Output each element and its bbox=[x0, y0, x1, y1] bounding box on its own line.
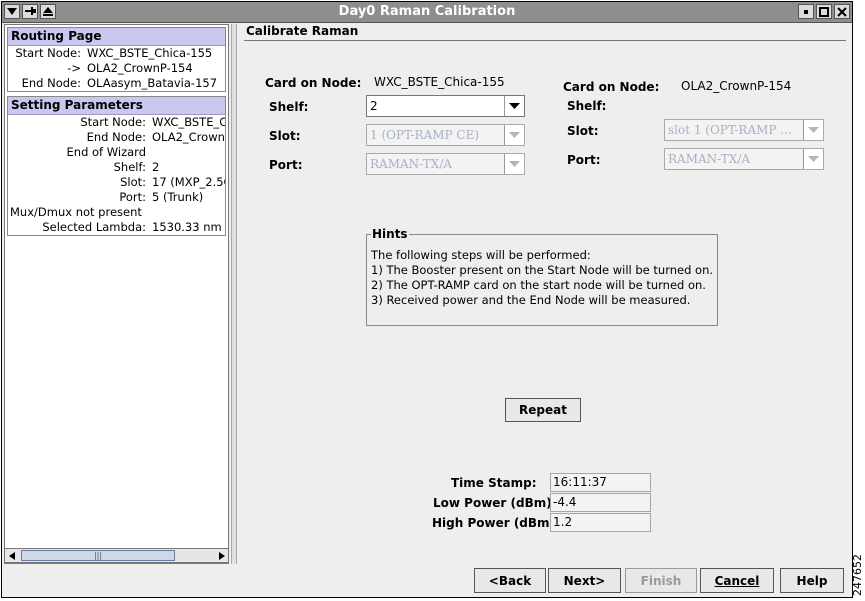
param-row: Start Node: WXC_BSTE_Chi bbox=[8, 115, 225, 130]
cancel-button[interactable]: Cancel bbox=[700, 568, 774, 593]
slot-dropdown-right[interactable]: slot 1 (OPT-RAMP ... bbox=[664, 119, 824, 141]
chevron-down-icon[interactable] bbox=[504, 96, 524, 116]
panel-title: Calibrate Raman bbox=[246, 24, 359, 38]
port-label: Port: bbox=[269, 158, 303, 172]
chevron-down-icon[interactable] bbox=[803, 120, 823, 140]
help-button[interactable]: Help bbox=[780, 568, 844, 593]
back-button[interactable]: <Back bbox=[474, 568, 546, 593]
maximize-icon[interactable] bbox=[816, 4, 832, 19]
param-label: End Node: bbox=[86, 130, 146, 144]
hint-line: 1) The Booster present on the Start Node… bbox=[371, 263, 714, 277]
hint-line: The following steps will be performed: bbox=[371, 248, 591, 262]
routing-header: Routing Page bbox=[8, 28, 225, 46]
card-on-node-label: Card on Node: bbox=[265, 76, 362, 90]
param-label: Selected Lambda: bbox=[42, 220, 146, 234]
param-value: 2 bbox=[152, 160, 160, 174]
end-node-name: OLA2_CrownP-154 bbox=[681, 79, 792, 93]
port-dropdown-right[interactable]: RAMAN-TX/A bbox=[664, 148, 824, 170]
low-power-field: -4.4 bbox=[550, 493, 651, 512]
param-value bbox=[148, 205, 225, 220]
param-row: Selected Lambda: 1530.33 nm bbox=[8, 220, 225, 235]
high-power-label: High Power (dBm): bbox=[432, 516, 560, 530]
params-section: Setting Parameters Start Node: WXC_BSTE_C… bbox=[7, 96, 226, 236]
left-horizontal-scrollbar[interactable]: ||| bbox=[4, 548, 229, 563]
scroll-right-icon[interactable] bbox=[215, 549, 228, 562]
hint-line: 2) The OPT-RAMP card on the start node w… bbox=[371, 278, 706, 292]
figure-number: 247652 bbox=[851, 554, 864, 596]
slot-value: 1 (OPT-RAMP CE) bbox=[370, 128, 480, 142]
slot-dropdown[interactable]: 1 (OPT-RAMP CE) bbox=[366, 124, 525, 146]
routing-arrow-row: -> OLA2_CrownP-154 bbox=[8, 61, 225, 76]
routing-end-label: End Node: bbox=[21, 76, 81, 90]
shelf-dropdown[interactable]: 2 bbox=[366, 95, 525, 117]
routing-arrow-value: OLA2_CrownP-154 bbox=[87, 61, 193, 75]
param-row: End Node: OLA2_CrownP bbox=[8, 130, 225, 145]
finish-button[interactable]: Finish bbox=[625, 568, 697, 593]
port-value: RAMAN-TX/A bbox=[370, 157, 453, 171]
param-label: Slot: bbox=[120, 175, 146, 189]
low-power-label: Low Power (dBm): bbox=[433, 496, 557, 510]
port-dropdown[interactable]: RAMAN-TX/A bbox=[366, 153, 525, 175]
param-label: End of Wizard bbox=[66, 145, 146, 159]
slot-label-right: Slot: bbox=[567, 124, 599, 138]
chevron-down-icon[interactable] bbox=[504, 154, 524, 174]
title-bar: Day0 Raman Calibration bbox=[2, 2, 852, 23]
routing-start-label: Start Node: bbox=[15, 46, 81, 60]
shelf-value: 2 bbox=[370, 99, 378, 113]
param-row: End of Wizard bbox=[8, 145, 225, 160]
card-on-node-label-right: Card on Node: bbox=[563, 80, 660, 94]
param-value: 17 (MXP_2.5G bbox=[152, 175, 225, 189]
timestamp-field: 16:11:37 bbox=[550, 473, 651, 492]
close-icon[interactable] bbox=[834, 4, 850, 19]
chevron-down-icon[interactable] bbox=[504, 125, 524, 145]
shelf-label: Shelf: bbox=[269, 100, 309, 114]
param-row: Shelf: 2 bbox=[8, 160, 225, 175]
param-value: WXC_BSTE_Chi bbox=[152, 115, 225, 129]
scroll-left-icon[interactable] bbox=[5, 549, 18, 562]
param-value bbox=[152, 145, 225, 160]
hints-box: Hints The following steps will be perfor… bbox=[366, 227, 718, 326]
title-divider bbox=[244, 40, 846, 41]
minimize-icon[interactable] bbox=[798, 4, 814, 19]
port-label-right: Port: bbox=[567, 153, 601, 167]
calibrate-panel: Calibrate Raman Card on Node: WXC_BSTE_C… bbox=[240, 22, 850, 565]
routing-start-value: WXC_BSTE_Chica-155 bbox=[87, 46, 213, 60]
hints-title: Hints bbox=[371, 227, 409, 241]
param-row: Mux/Dmux not present bbox=[8, 205, 225, 220]
left-pane: Routing Page Start Node: WXC_BSTE_Chica-… bbox=[4, 24, 229, 564]
window-title: Day0 Raman Calibration bbox=[338, 4, 516, 19]
param-label: Start Node: bbox=[80, 115, 146, 129]
scroll-thumb[interactable]: ||| bbox=[21, 550, 175, 561]
start-node-name: WXC_BSTE_Chica-155 bbox=[374, 75, 505, 89]
param-label: Shelf: bbox=[113, 160, 146, 174]
param-label: Port: bbox=[119, 190, 146, 204]
routing-end-value: OLAasym_Batavia-157 bbox=[87, 76, 218, 90]
chevron-down-icon[interactable] bbox=[803, 149, 823, 169]
param-value: 1530.33 nm bbox=[152, 220, 222, 234]
param-value: 5 (Trunk) bbox=[152, 190, 204, 204]
param-row: Port: 5 (Trunk) bbox=[8, 190, 225, 205]
param-label: Mux/Dmux not present bbox=[10, 205, 142, 219]
slot-label: Slot: bbox=[269, 129, 301, 143]
repeat-button[interactable]: Repeat bbox=[505, 398, 581, 422]
port-value-right: RAMAN-TX/A bbox=[668, 152, 751, 166]
param-row: Slot: 17 (MXP_2.5G bbox=[8, 175, 225, 190]
pane-splitter[interactable] bbox=[231, 24, 237, 564]
param-value: OLA2_CrownP bbox=[152, 130, 225, 144]
params-header: Setting Parameters bbox=[8, 97, 225, 115]
shelf-label-right: Shelf: bbox=[567, 99, 607, 113]
routing-arrow-label: -> bbox=[67, 61, 81, 75]
hint-line: 3) Received power and the End Node will … bbox=[371, 293, 691, 307]
timestamp-label: Time Stamp: bbox=[451, 476, 537, 490]
routing-start-row: Start Node: WXC_BSTE_Chica-155 bbox=[8, 46, 225, 61]
next-button[interactable]: Next> bbox=[548, 568, 621, 593]
routing-section: Routing Page Start Node: WXC_BSTE_Chica-… bbox=[7, 27, 226, 92]
routing-end-row: End Node: OLAasym_Batavia-157 bbox=[8, 76, 225, 91]
slot-value-right: slot 1 (OPT-RAMP ... bbox=[668, 123, 792, 137]
high-power-field: 1.2 bbox=[550, 513, 651, 532]
